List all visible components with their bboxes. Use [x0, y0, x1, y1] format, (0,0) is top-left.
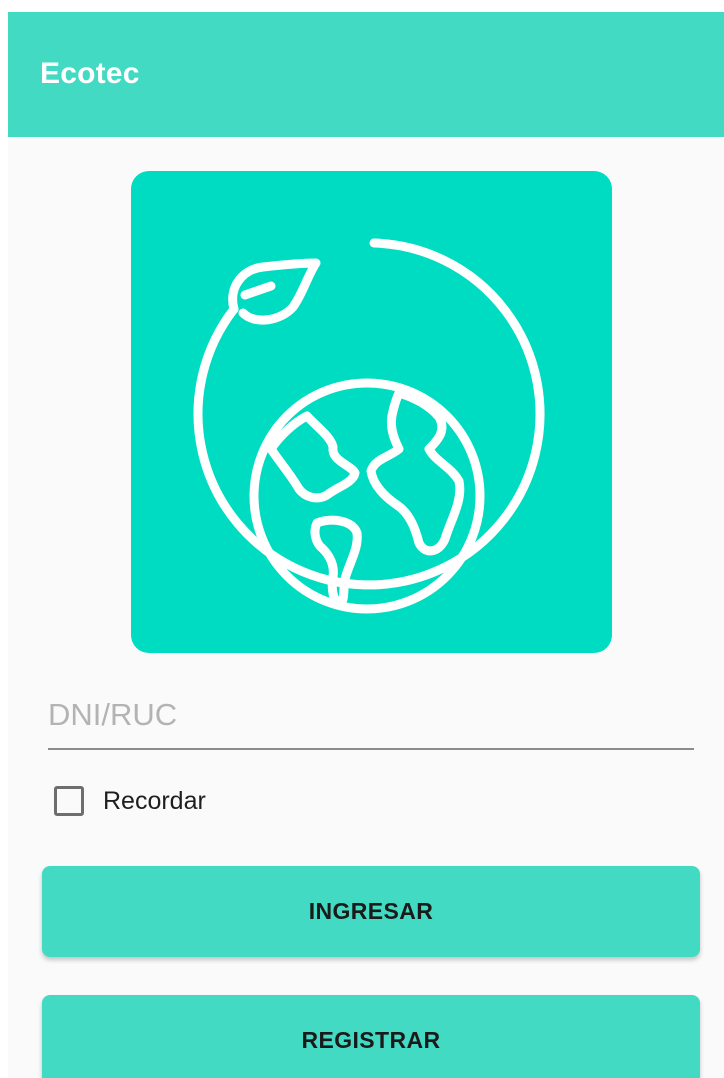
- app-bar: Ecotec: [8, 12, 724, 137]
- login-button[interactable]: INGRESAR: [42, 866, 700, 957]
- app-screen: Ecotec Recordar INGRESAR: [8, 12, 724, 1078]
- earth-leaf-icon: [193, 238, 545, 614]
- remember-checkbox[interactable]: [54, 786, 84, 816]
- dni-ruc-input[interactable]: [48, 694, 694, 750]
- app-title: Ecotec: [40, 56, 140, 90]
- app-logo: [131, 171, 612, 653]
- register-button[interactable]: REGISTRAR: [42, 995, 700, 1078]
- remember-row[interactable]: Recordar: [54, 782, 206, 820]
- remember-label: Recordar: [103, 786, 206, 815]
